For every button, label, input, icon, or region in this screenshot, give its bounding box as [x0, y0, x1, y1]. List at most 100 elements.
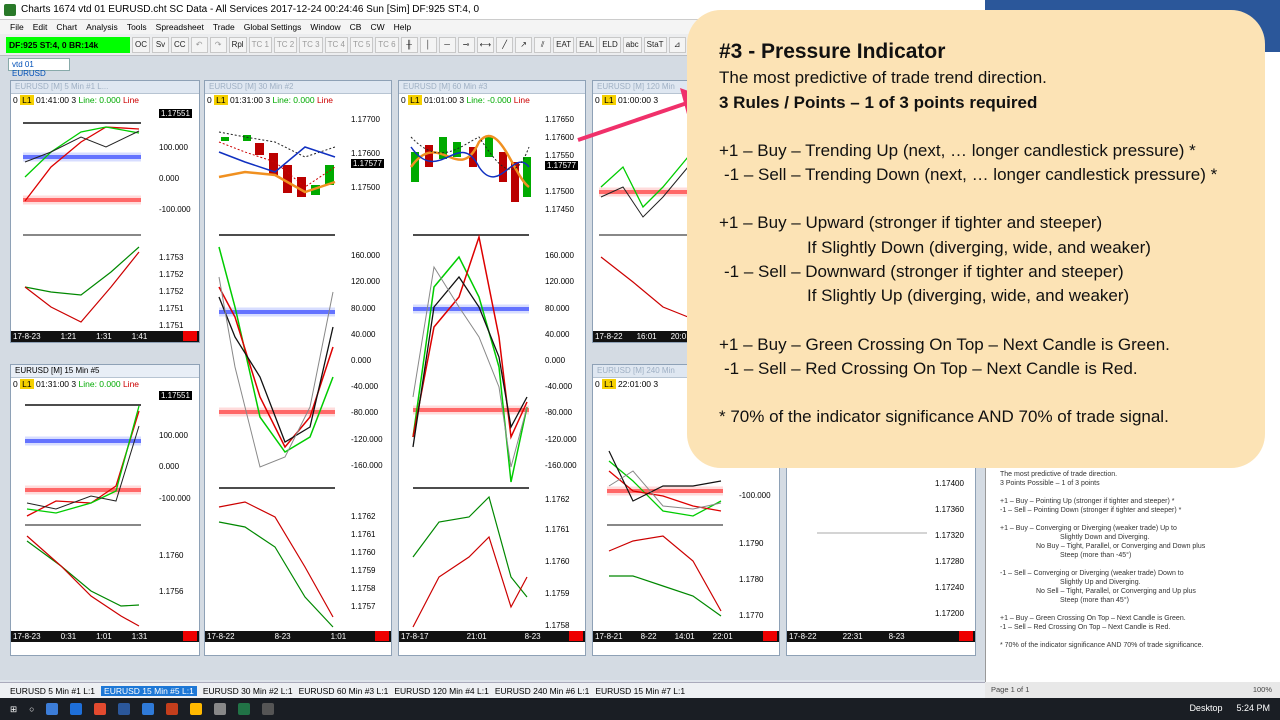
chart-window-30min[interactable]: EURUSD [M] 30 Min #2 0 L1 01:31:00 3 Lin…: [204, 80, 392, 656]
chartbook-tab[interactable]: vtd 01 EURUSD: [8, 58, 70, 78]
clock[interactable]: 5:24 PM: [1236, 703, 1270, 713]
doc-line: No Buy – Tight, Parallel, or Converging …: [1036, 543, 1206, 550]
x-tick: 8-23: [274, 632, 291, 641]
menu-spreadsheet[interactable]: Spreadsheet: [156, 22, 204, 32]
doc-line: -1 – Sell – Converging or Diverging (wea…: [1000, 570, 1184, 577]
callout-line: +1 – Buy – Trending Up (next, … longer c…: [719, 140, 1196, 160]
menu-edit[interactable]: Edit: [33, 22, 48, 32]
tab-15min-2[interactable]: EURUSD 15 Min #7 L:1: [595, 686, 685, 696]
axis-tick: 1.1757: [351, 602, 376, 611]
axis-tick: -120.000: [351, 435, 383, 444]
tc2-button[interactable]: TC 2: [273, 36, 298, 53]
tab-15min[interactable]: EURUSD 15 Min #5 L:1: [101, 685, 197, 696]
x-tick: 1:01: [96, 632, 112, 641]
tab-30min[interactable]: EURUSD 30 Min #2 L:1: [203, 686, 293, 696]
oc-button[interactable]: OC: [132, 36, 150, 53]
cc-button[interactable]: CC: [171, 36, 189, 53]
search-icon[interactable]: ○: [29, 704, 34, 714]
info-time: 01:01:00 3: [423, 95, 465, 105]
draw-lines-icon[interactable]: ╫: [400, 36, 418, 53]
desktop-toolbar[interactable]: Desktop: [1189, 703, 1222, 713]
tc1-button[interactable]: TC 1: [248, 36, 272, 53]
axis-tick: 1.1761: [351, 530, 376, 539]
chart-window-5min[interactable]: EURUSD [M] 5 Min #1 L... 0 L1 01:41:00 3…: [10, 80, 200, 343]
ruler-icon[interactable]: ⊿: [668, 36, 686, 53]
info-line: Line: -0.000: [466, 95, 512, 105]
x-tick: 1:41: [131, 332, 148, 341]
rpl-button[interactable]: Rpl: [228, 36, 247, 53]
chrome-icon[interactable]: [94, 703, 107, 715]
menu-window[interactable]: Window: [310, 22, 340, 32]
chart-window-title[interactable]: EURUSD [M] 60 Min #3: [399, 81, 585, 94]
axis-tick: -100.000: [159, 494, 191, 503]
stat-button[interactable]: StaT: [643, 36, 667, 53]
axis-tick: 1.1751: [159, 321, 184, 330]
axis-tick: 1.17200: [935, 609, 964, 618]
menu-file[interactable]: File: [10, 22, 24, 32]
tc5-button[interactable]: TC 5: [349, 36, 374, 53]
windows-start-icon[interactable]: ⊞: [10, 704, 17, 715]
undo-icon[interactable]: ↶: [190, 36, 208, 53]
horizontal-line-icon[interactable]: ─: [438, 36, 456, 53]
trendline-icon[interactable]: ╱: [496, 36, 514, 53]
tab-5min[interactable]: EURUSD 5 Min #1 L:1: [10, 686, 95, 696]
folder-icon[interactable]: [190, 703, 203, 715]
zoom-level[interactable]: 100%: [1253, 685, 1272, 694]
doc-line: Slightly Up and Diverging.: [1060, 579, 1141, 586]
menu-analysis[interactable]: Analysis: [86, 22, 118, 32]
sv-button[interactable]: Sv: [152, 36, 169, 53]
menu-cw[interactable]: CW: [370, 22, 384, 32]
doc-line: -1 – Sell – Red Crossing On Top – Next C…: [1000, 624, 1171, 631]
eal-button[interactable]: EAL: [576, 36, 598, 53]
vertical-line-icon[interactable]: │: [419, 36, 437, 53]
tc4-button[interactable]: TC 4: [324, 36, 348, 53]
chart-window-title[interactable]: EURUSD [M] 5 Min #1 L...: [11, 81, 199, 94]
abc-text-button[interactable]: abc: [622, 36, 642, 53]
menu-chart[interactable]: Chart: [56, 22, 77, 32]
app-icon[interactable]: [262, 703, 275, 715]
page-count: Page 1 of 1: [991, 685, 1030, 694]
menu-global-settings[interactable]: Global Settings: [244, 22, 302, 32]
word-icon[interactable]: [118, 703, 131, 715]
price-axis[interactable]: 1.17700 1.17600 1.17577 1.17500 160.000 …: [347, 107, 391, 632]
annotation-callout: #3 - Pressure Indicator The most predict…: [687, 10, 1265, 468]
chart-window-title[interactable]: EURUSD [M] 30 Min #2: [205, 81, 391, 94]
price-axis[interactable]: 1.17650 1.17600 1.17550 1.17577 1.17500 …: [541, 107, 585, 632]
outlook-icon[interactable]: [142, 703, 155, 715]
tab-60min[interactable]: EURUSD 60 Min #3 L:1: [299, 686, 389, 696]
menu-cb[interactable]: CB: [350, 22, 362, 32]
price-axis[interactable]: 1.17551 100.000 0.000 -100.000 1.1753 1.…: [155, 107, 199, 330]
callout-heading: #3 - Pressure Indicator: [719, 40, 946, 63]
ray-icon[interactable]: ⊸: [457, 36, 475, 53]
time-axis: 17-8-22 22:31 8-23: [787, 631, 975, 642]
doc-line: Steep (more than -45°): [1060, 552, 1132, 559]
axis-tick: 1.17500: [351, 183, 380, 192]
chart-window-title[interactable]: EURUSD [M] 15 Min #5: [11, 365, 199, 378]
tab-240min[interactable]: EURUSD 240 Min #6 L:1: [495, 686, 590, 696]
arrow-line-icon[interactable]: ↗: [515, 36, 533, 53]
menu-tools[interactable]: Tools: [127, 22, 147, 32]
tc6-button[interactable]: TC 6: [375, 36, 399, 53]
redo-icon[interactable]: ↷: [209, 36, 227, 53]
price-axis[interactable]: 1.17551 100.000 0.000 -100.000 1.1760 1.…: [155, 391, 199, 631]
chart-window-15min[interactable]: EURUSD [M] 15 Min #5 0 L1 01:31:00 3 Lin…: [10, 364, 200, 656]
eat-button[interactable]: EAT: [553, 36, 575, 53]
tc3-button[interactable]: TC 3: [299, 36, 323, 53]
edge-browser-icon[interactable]: [70, 703, 83, 715]
axis-tick: 1.1770: [739, 611, 764, 620]
axis-tick: 1.1760: [351, 548, 376, 557]
powerpoint-icon[interactable]: [166, 703, 179, 715]
menu-help[interactable]: Help: [394, 22, 411, 32]
task-view-icon[interactable]: [46, 703, 59, 715]
channel-icon[interactable]: ⫽: [534, 36, 552, 53]
x-tick: 8-23: [888, 632, 905, 641]
time-axis: 17-8-17 21:01 8-23: [399, 631, 585, 642]
sierra-chart-icon[interactable]: [238, 703, 251, 715]
segment-icon[interactable]: ⟷: [476, 36, 495, 53]
menu-trade[interactable]: Trade: [213, 22, 235, 32]
tab-120min[interactable]: EURUSD 120 Min #4 L:1: [394, 686, 489, 696]
app-icon[interactable]: [214, 703, 227, 715]
eld-button[interactable]: ELD: [599, 36, 621, 53]
axis-tick: 100.000: [159, 431, 188, 440]
chart-window-60min[interactable]: EURUSD [M] 60 Min #3 0 L1 01:01:00 3 Lin…: [398, 80, 586, 656]
